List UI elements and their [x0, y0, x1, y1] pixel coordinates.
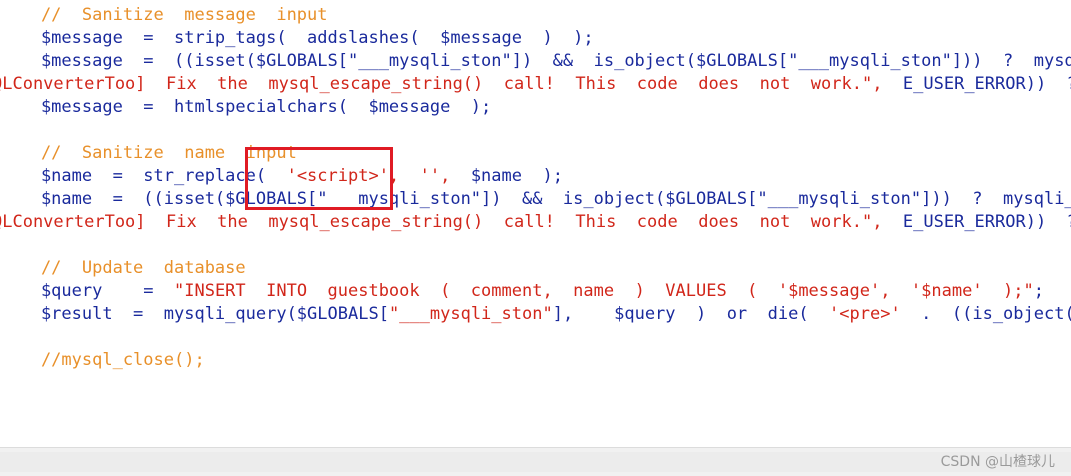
code-query-var: $query =: [0, 281, 174, 301]
code-line-strip-tags: $message = strip_tags( addslashes( $mess…: [0, 28, 594, 48]
code-pre-string: '<pre>': [829, 304, 901, 324]
code-line-query: $query = "INSERT INTO guestbook ( commen…: [0, 280, 1044, 303]
code-is-object: . ((is_object($GLOBALS["___mysqli_ston"]…: [921, 304, 1071, 324]
watermark: CSDN @山楂球儿: [940, 454, 1055, 470]
code-str-replace-call: $name = str_replace(: [0, 166, 287, 186]
scrollbar-thumb[interactable]: [0, 452, 1071, 472]
code-insert-string: "INSERT INTO guestbook ( comment, name )…: [174, 281, 1034, 301]
horizontal-scrollbar[interactable]: CSDN @山楂球儿: [0, 447, 1071, 476]
code-semicolon: ;: [1033, 281, 1044, 301]
code-line-comment-update-database: // Update database: [0, 258, 246, 278]
code-name-arg: $name );: [450, 166, 563, 186]
code-user-error: E_USER_ERROR)) ? "" : ""));: [902, 74, 1071, 94]
code-string-error-message: QLConverterToo] Fix the mysql_escape_str…: [0, 74, 903, 94]
code-query-args: ], $query ) or die(: [552, 304, 830, 324]
code-line-message-escape: $message = ((isset($GLOBALS["___mysqli_s…: [40, 51, 1071, 71]
code-user-error: E_USER_ERROR)) ? "" : ""));: [902, 212, 1071, 232]
code-line-name-escape: $name = ((isset($GLOBALS["___mysqli_ston…: [40, 189, 1071, 209]
highlight-annotation-box: [245, 147, 393, 210]
code-line-converter-error-2: QLConverterToo] Fix the mysql_escape_str…: [0, 211, 1071, 234]
code-result-var: $result = mysqli_query($GLOBALS[: [0, 304, 389, 324]
code-string-error-message: QLConverterToo] Fix the mysql_escape_str…: [0, 212, 903, 232]
code-line-htmlspecialchars: $message = htmlspecialchars( $message );: [0, 97, 492, 117]
code-line-mysql-close-comment: //mysql_close();: [0, 350, 205, 370]
code-line-comment-sanitize-message: // Sanitize message input: [0, 5, 328, 25]
code-line-mysqli-query: $result = mysqli_query($GLOBALS["___mysq…: [0, 303, 1071, 326]
code-editor[interactable]: // Sanitize message input $message = str…: [0, 0, 1071, 447]
code-line-converter-error-1: QLConverterToo] Fix the mysql_escape_str…: [0, 73, 1071, 96]
code-ston-string: "___mysqli_ston": [388, 304, 553, 324]
